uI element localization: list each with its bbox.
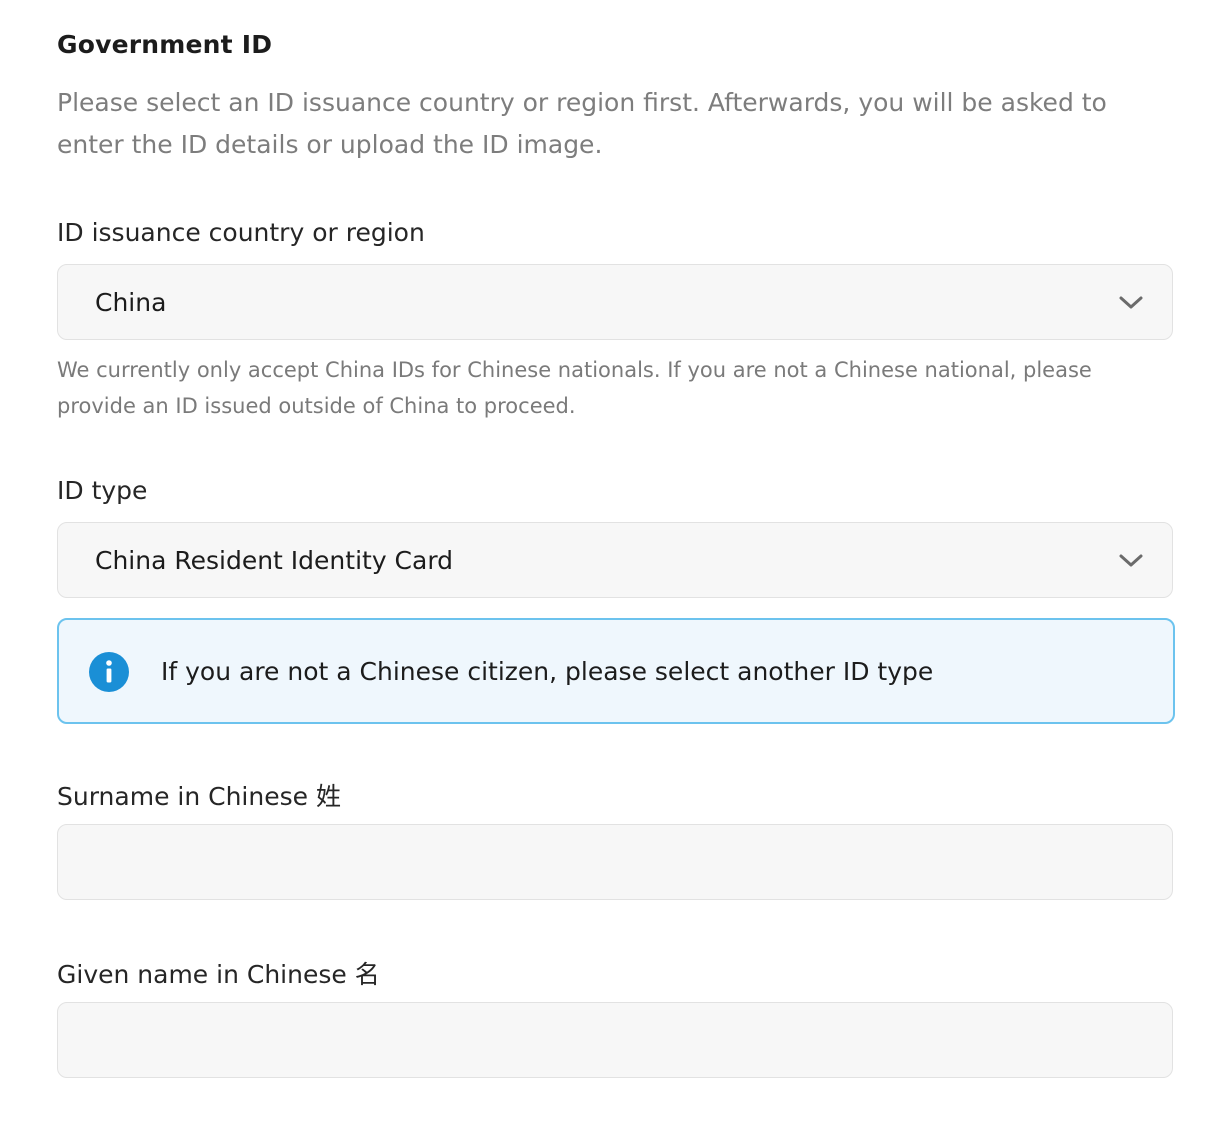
section-title: Government ID <box>57 30 273 59</box>
given-name-field-label: Given name in Chinese 名 <box>57 960 380 989</box>
id-type-selected-value: China Resident Identity Card <box>95 546 454 575</box>
chevron-down-icon <box>1119 296 1143 309</box>
country-help-text: We currently only accept China IDs for C… <box>57 358 1092 418</box>
country-selected-value: China <box>95 288 167 317</box>
given-name-input-box <box>57 1002 1173 1078</box>
id-type-field-label: ID type <box>57 476 148 505</box>
info-notice-text: If you are not a Chinese citizen, please… <box>161 657 934 686</box>
country-field-label: ID issuance country or region <box>57 218 425 247</box>
country-select[interactable]: China <box>57 264 1173 340</box>
info-notice: If you are not a Chinese citizen, please… <box>57 618 1175 724</box>
surname-input-box <box>57 824 1173 900</box>
surname-input[interactable] <box>58 825 1172 899</box>
given-name-input[interactable] <box>58 1003 1172 1077</box>
surname-field-label: Surname in Chinese 姓 <box>57 782 341 811</box>
chevron-down-icon <box>1119 554 1143 567</box>
id-type-select[interactable]: China Resident Identity Card <box>57 522 1173 598</box>
section-description: Please select an ID issuance country or … <box>57 88 1107 159</box>
info-icon <box>89 652 129 692</box>
